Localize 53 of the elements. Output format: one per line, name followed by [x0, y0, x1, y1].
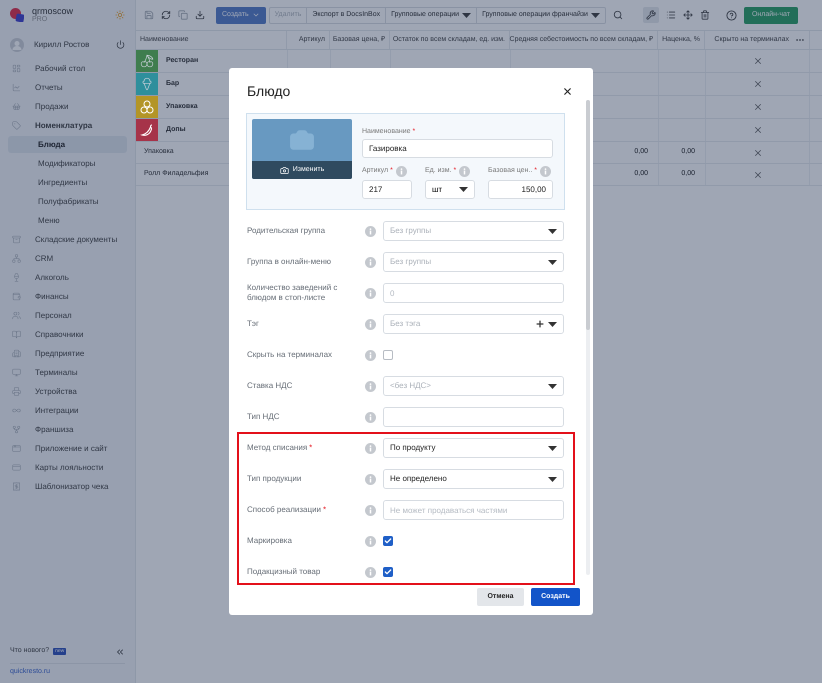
- input-field[interactable]: 217: [362, 180, 412, 199]
- dialog-title: Блюдо: [247, 82, 290, 101]
- nav-item[interactable]: Предприятие: [0, 344, 135, 363]
- nav-item[interactable]: Приложение и сайт: [0, 439, 135, 458]
- input-field[interactable]: 0: [383, 283, 564, 303]
- nav-item[interactable]: Отчеты: [0, 78, 135, 97]
- nav-item[interactable]: Шаблонизатор чека: [0, 477, 135, 496]
- select-value: Без группы: [390, 225, 432, 237]
- nav-item[interactable]: Карты лояльности: [0, 458, 135, 477]
- nav-item[interactable]: Рабочий стол: [0, 59, 135, 78]
- field-label: Способ реализации *: [247, 505, 326, 514]
- nav-subitem[interactable]: Меню: [8, 212, 127, 229]
- select-value: Без тэга: [390, 318, 420, 330]
- input-field[interactable]: Не может продаваться частями: [383, 500, 564, 520]
- select-value: <без НДС>: [390, 380, 431, 392]
- select-value: По продукту: [390, 442, 436, 454]
- field-label: Маркировка: [247, 536, 292, 545]
- nav-subitem[interactable]: Полуфабрикаты: [8, 193, 127, 210]
- field-label: Группа в онлайн-меню: [247, 257, 331, 266]
- unit-select[interactable]: шт: [425, 180, 475, 199]
- select-field[interactable]: Не определено: [383, 469, 564, 489]
- nav-item[interactable]: Устройства: [0, 382, 135, 401]
- field-label: Тип НДС: [247, 412, 280, 421]
- nav-subitem[interactable]: Ингредиенты: [8, 174, 127, 191]
- select-field[interactable]: По продукту: [383, 438, 564, 458]
- nav-item[interactable]: Персонал: [0, 306, 135, 325]
- field-label: Тип продукции: [247, 474, 302, 483]
- nav-item[interactable]: Франшиза: [0, 420, 135, 439]
- name-input[interactable]: Газировка: [362, 139, 553, 158]
- input-field[interactable]: 150,00: [488, 180, 553, 199]
- select-value: шт: [432, 184, 442, 196]
- field-label: Количество заведений с блюдом в стоп-листе: [247, 283, 338, 302]
- nav-item[interactable]: Терминалы: [0, 363, 135, 382]
- select-value: Не определено: [390, 473, 447, 485]
- nav-item[interactable]: Интеграции: [0, 401, 135, 420]
- nav-item[interactable]: Справочники: [0, 325, 135, 344]
- nav-item[interactable]: Складские документы: [0, 230, 135, 249]
- select-value: Без группы: [390, 256, 432, 268]
- field-label: Ставка НДС: [247, 381, 292, 390]
- nav-item[interactable]: Алкоголь: [0, 268, 135, 287]
- field-label: Подакцизный товар: [247, 567, 320, 576]
- nav-subitem[interactable]: Модификаторы: [8, 155, 127, 172]
- user-name: Кирилл Ростов: [34, 38, 90, 50]
- nav-subitem[interactable]: Блюда: [8, 136, 127, 153]
- brand-name: qrmoscow: [32, 6, 74, 16]
- nav-item[interactable]: Номенклатура: [0, 116, 135, 135]
- field-label: Метод списания *: [247, 443, 312, 452]
- field-label: Родительская группа: [247, 226, 326, 235]
- nav-item[interactable]: Финансы: [0, 287, 135, 306]
- field-label: Тэг: [247, 319, 259, 328]
- nav-item[interactable]: Продажи: [0, 97, 135, 116]
- nav-item[interactable]: CRM: [0, 249, 135, 268]
- field-label: Скрыть на терминалах: [247, 350, 332, 359]
